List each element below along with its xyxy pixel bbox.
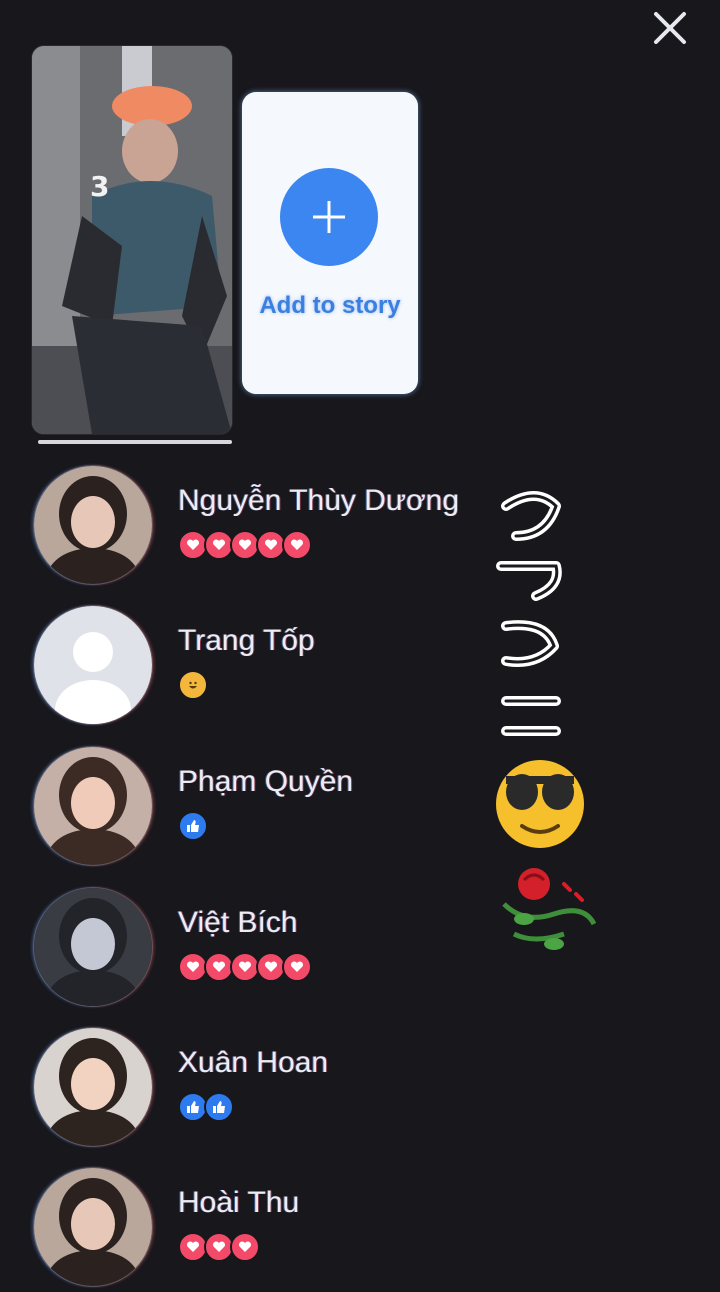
- close-icon: [654, 12, 686, 44]
- reaction-list: [178, 670, 208, 700]
- love-reaction-icon: [230, 1232, 260, 1262]
- rose-icon: [502, 868, 597, 950]
- viewer-name: Xuân Hoan: [178, 1046, 329, 1079]
- viewer-row[interactable]: Hoài Thu: [32, 1168, 492, 1292]
- viewer-row[interactable]: Trang Tốp: [32, 606, 492, 730]
- haha-reaction-icon: [178, 670, 208, 700]
- viewer-name: Việt Bích: [178, 906, 298, 939]
- story-thumbnail[interactable]: 3: [32, 46, 232, 434]
- story-progress-bar: [38, 440, 232, 444]
- sunglasses-emoji-icon: [496, 760, 584, 848]
- reaction-list: [178, 952, 312, 982]
- love-reaction-icon: [282, 530, 312, 560]
- viewer-row[interactable]: Nguyễn Thùy Dương: [32, 466, 492, 590]
- avatar[interactable]: [34, 1028, 152, 1146]
- story-photo: 3: [32, 46, 232, 434]
- avatar[interactable]: [34, 747, 152, 865]
- svg-text:3: 3: [90, 170, 109, 203]
- plus-icon: [280, 168, 378, 266]
- add-to-story-label: Add to story: [259, 292, 401, 319]
- reaction-list: [178, 811, 208, 841]
- add-to-story-button[interactable]: Add to story: [242, 92, 418, 394]
- reaction-list: [178, 530, 312, 560]
- reaction-list: [178, 1232, 260, 1262]
- viewer-name: Trang Tốp: [178, 624, 315, 657]
- avatar[interactable]: [34, 606, 152, 724]
- viewer-name: Phạm Quyền: [178, 765, 354, 798]
- reaction-list: [178, 1092, 234, 1122]
- avatar[interactable]: [34, 1168, 152, 1286]
- like-reaction-icon: [178, 811, 208, 841]
- avatar[interactable]: [34, 466, 152, 584]
- love-reaction-icon: [282, 952, 312, 982]
- viewer-name: Hoài Thu: [178, 1186, 300, 1219]
- close-button[interactable]: [648, 6, 692, 50]
- like-reaction-icon: [204, 1092, 234, 1122]
- viewer-name: Nguyễn Thùy Dương: [178, 484, 460, 517]
- decorative-sticker-text: [496, 491, 562, 736]
- viewer-row[interactable]: Phạm Quyền: [32, 747, 492, 871]
- viewer-row[interactable]: Xuân Hoan: [32, 1028, 492, 1152]
- avatar[interactable]: [34, 888, 152, 1006]
- viewer-row[interactable]: Việt Bích: [32, 888, 492, 1012]
